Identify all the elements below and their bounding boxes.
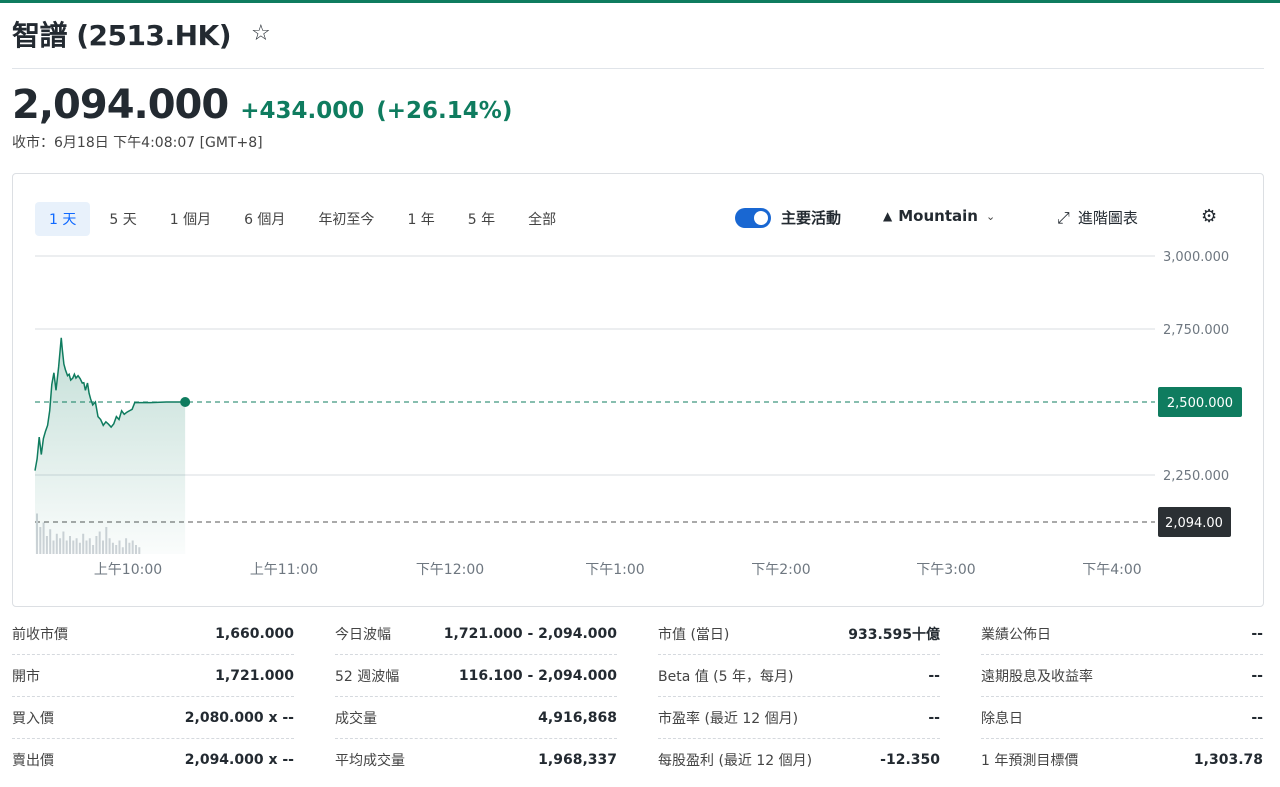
stat-label: 遠期股息及收益率 <box>981 669 1093 685</box>
stat-label: 前收市價 <box>12 627 68 643</box>
close-time: 收市：6月18日 下午4:08:07 [GMT+8] <box>12 135 263 151</box>
stat-row: 每股盈利 (最近 12 個月) -12.350 <box>658 740 940 780</box>
stat-row: 市值 (當日) 933.595十億 <box>658 614 940 655</box>
stat-value: 2,094.000 x -- <box>184 752 294 768</box>
stat-value: 2,080.000 x -- <box>184 710 294 726</box>
stat-row: 今日波幅 1,721.000 - 2,094.000 <box>335 614 617 655</box>
stat-value: 933.595十億 <box>848 627 940 643</box>
stat-label: 52 週波幅 <box>335 669 400 685</box>
price-row: 2,094.000 +434.000 (+26.14%) <box>12 82 512 128</box>
price-change-percent: (+26.14%) <box>376 98 513 124</box>
price-change: +434.000 <box>240 98 365 124</box>
stat-value: -- <box>1251 668 1263 684</box>
stat-value: 116.100 - 2,094.000 <box>458 668 617 684</box>
top-accent-bar <box>0 0 1280 3</box>
stat-row: 成交量 4,916,868 <box>335 698 617 739</box>
stat-row: 前收市價 1,660.000 <box>12 614 294 655</box>
stat-row: 買入價 2,080.000 x -- <box>12 698 294 739</box>
y-axis-label: 2,750.000 <box>1163 323 1229 338</box>
title-row: 智譜 (2513.HK) ☆ <box>12 14 271 54</box>
last-price-dot <box>180 397 191 407</box>
star-icon[interactable]: ☆ <box>251 23 271 45</box>
stat-value: -- <box>1251 710 1263 726</box>
stat-row: 遠期股息及收益率 -- <box>981 656 1263 697</box>
stat-label: 1 年預測目標價 <box>981 753 1079 769</box>
stat-value: -12.350 <box>880 752 940 768</box>
x-axis-label: 上午11:00 <box>250 562 318 578</box>
stat-label: 賣出價 <box>12 753 54 769</box>
stat-row: 賣出價 2,094.000 x -- <box>12 740 294 780</box>
current-price: 2,094.000 <box>12 82 229 128</box>
chart-card: 1 天5 天1 個月 6 個月 年初至今 1 年5 年全部 主要活動 ▲ Mounta… <box>12 173 1264 607</box>
stat-row: 市盈率 (最近 12 個月) -- <box>658 698 940 739</box>
stat-value: 1,721.000 <box>215 668 294 684</box>
stat-row: 開市 1,721.000 <box>12 656 294 697</box>
stat-row: 1 年預測目標價 1,303.78 <box>981 740 1263 780</box>
stats-column: 今日波幅 1,721.000 - 2,094.000 52 週波幅 116.100 -… <box>335 614 617 781</box>
x-axis-label: 下午12:00 <box>416 562 484 578</box>
previous-close-tag-label: 2,094.00 <box>1165 516 1223 531</box>
x-axis-label: 上午10:00 <box>94 562 162 578</box>
stat-label: 業績公佈日 <box>981 627 1051 643</box>
stats-column: 市值 (當日) 933.595十億 Beta 值 (5 年，每月) -- 市盈率 (最近… <box>658 614 940 781</box>
stat-row: 業績公佈日 -- <box>981 614 1263 655</box>
stat-value: -- <box>928 668 940 684</box>
y-axis-label: 2,250.000 <box>1163 469 1229 484</box>
stat-label: 成交量 <box>335 711 377 727</box>
x-axis-label: 下午3:00 <box>916 562 975 578</box>
y-axis-label: 3,000.000 <box>1163 250 1229 265</box>
stat-label: 平均成交量 <box>335 753 405 769</box>
stat-row: 52 週波幅 116.100 - 2,094.000 <box>335 656 617 697</box>
x-axis-label: 下午1:00 <box>585 562 644 578</box>
stat-row: 除息日 -- <box>981 698 1263 739</box>
header-divider <box>12 68 1264 69</box>
stat-label: 今日波幅 <box>335 627 391 643</box>
stat-label: 開市 <box>12 669 40 685</box>
stat-label: 每股盈利 (最近 12 個月) <box>658 753 813 769</box>
stat-value: -- <box>928 710 940 726</box>
stat-value: -- <box>1251 626 1263 642</box>
stat-label: 市盈率 (最近 12 個月) <box>658 711 799 727</box>
x-axis-label: 下午2:00 <box>751 562 810 578</box>
stat-label: 買入價 <box>12 711 54 727</box>
stat-row: Beta 值 (5 年，每月) -- <box>658 656 940 697</box>
stats-table: 前收市價 1,660.000 開市 1,721.000 買入價 2,080.000 x -… <box>12 614 1264 784</box>
stat-label: Beta 值 (5 年，每月) <box>658 669 794 685</box>
stat-value: 1,721.000 - 2,094.000 <box>443 626 617 642</box>
stat-label: 市值 (當日) <box>658 627 730 643</box>
stat-value: 4,916,868 <box>538 710 617 726</box>
price-chart[interactable]: 3,000.000 2,750.000 2,250.000 2,500.000 2,09… <box>13 174 1263 606</box>
current-price-tag-label: 2,500.000 <box>1167 396 1233 411</box>
stat-value: 1,968,337 <box>538 752 617 768</box>
x-axis-label: 下午4:00 <box>1082 562 1141 578</box>
stat-value: 1,660.000 <box>215 626 294 642</box>
stats-column: 業績公佈日 -- 遠期股息及收益率 -- 除息日 -- 1 年預測目標價 1,303.78 <box>981 614 1263 781</box>
stats-column: 前收市價 1,660.000 開市 1,721.000 買入價 2,080.000 x -… <box>12 614 294 781</box>
stat-row: 平均成交量 1,968,337 <box>335 740 617 780</box>
stat-value: 1,303.78 <box>1193 752 1263 768</box>
page-title: 智譜 (2513.HK) <box>12 19 232 52</box>
stat-label: 除息日 <box>981 711 1023 727</box>
